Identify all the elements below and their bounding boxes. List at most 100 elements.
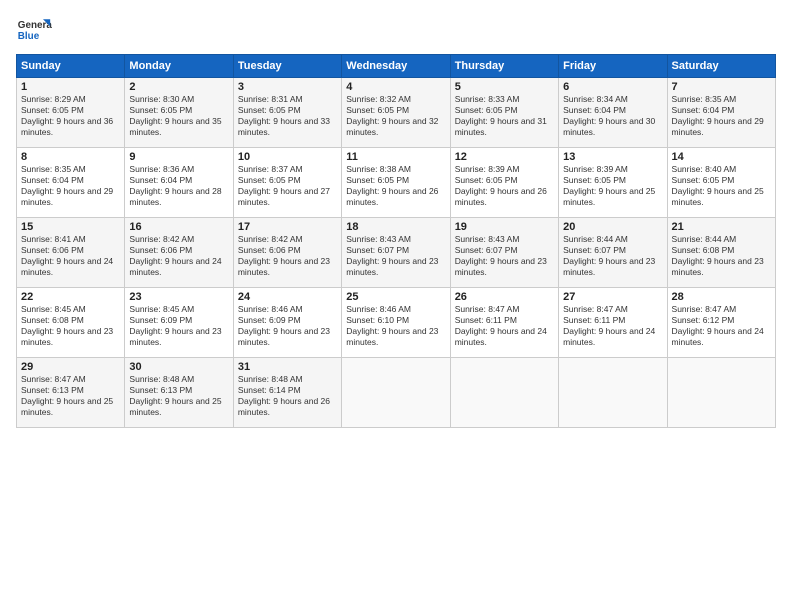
header-saturday: Saturday [667, 55, 775, 78]
day-info: Sunrise: 8:33 AM Sunset: 6:05 PM Dayligh… [455, 94, 554, 138]
header-wednesday: Wednesday [342, 55, 450, 78]
day-info: Sunrise: 8:46 AM Sunset: 6:09 PM Dayligh… [238, 304, 337, 348]
week-row-3: 22 Sunrise: 8:45 AM Sunset: 6:08 PM Dayl… [17, 288, 776, 358]
svg-text:Blue: Blue [18, 31, 40, 42]
header: General Blue [16, 12, 776, 48]
day-cell: 6 Sunrise: 8:34 AM Sunset: 6:04 PM Dayli… [559, 78, 667, 148]
day-cell: 28 Sunrise: 8:47 AM Sunset: 6:12 PM Dayl… [667, 288, 775, 358]
header-monday: Monday [125, 55, 233, 78]
day-cell [342, 358, 450, 428]
day-info: Sunrise: 8:36 AM Sunset: 6:04 PM Dayligh… [129, 164, 228, 208]
day-number: 15 [21, 221, 120, 233]
day-info: Sunrise: 8:45 AM Sunset: 6:09 PM Dayligh… [129, 304, 228, 348]
day-cell: 17 Sunrise: 8:42 AM Sunset: 6:06 PM Dayl… [233, 218, 341, 288]
day-info: Sunrise: 8:40 AM Sunset: 6:05 PM Dayligh… [672, 164, 771, 208]
day-number: 19 [455, 221, 554, 233]
day-cell: 29 Sunrise: 8:47 AM Sunset: 6:13 PM Dayl… [17, 358, 125, 428]
day-number: 26 [455, 291, 554, 303]
day-number: 24 [238, 291, 337, 303]
day-info: Sunrise: 8:43 AM Sunset: 6:07 PM Dayligh… [346, 234, 445, 278]
logo: General Blue [16, 12, 52, 48]
day-info: Sunrise: 8:41 AM Sunset: 6:06 PM Dayligh… [21, 234, 120, 278]
day-info: Sunrise: 8:30 AM Sunset: 6:05 PM Dayligh… [129, 94, 228, 138]
day-info: Sunrise: 8:48 AM Sunset: 6:14 PM Dayligh… [238, 374, 337, 418]
day-number: 13 [563, 151, 662, 163]
day-number: 5 [455, 81, 554, 93]
day-number: 28 [672, 291, 771, 303]
header-thursday: Thursday [450, 55, 558, 78]
day-number: 17 [238, 221, 337, 233]
day-number: 16 [129, 221, 228, 233]
day-info: Sunrise: 8:44 AM Sunset: 6:08 PM Dayligh… [672, 234, 771, 278]
day-number: 6 [563, 81, 662, 93]
day-cell: 25 Sunrise: 8:46 AM Sunset: 6:10 PM Dayl… [342, 288, 450, 358]
day-info: Sunrise: 8:31 AM Sunset: 6:05 PM Dayligh… [238, 94, 337, 138]
day-info: Sunrise: 8:42 AM Sunset: 6:06 PM Dayligh… [238, 234, 337, 278]
day-cell: 19 Sunrise: 8:43 AM Sunset: 6:07 PM Dayl… [450, 218, 558, 288]
day-number: 14 [672, 151, 771, 163]
day-cell: 2 Sunrise: 8:30 AM Sunset: 6:05 PM Dayli… [125, 78, 233, 148]
day-number: 3 [238, 81, 337, 93]
day-number: 11 [346, 151, 445, 163]
page: General Blue SundayMondayTuesdayWednesda… [0, 0, 792, 612]
week-row-0: 1 Sunrise: 8:29 AM Sunset: 6:05 PM Dayli… [17, 78, 776, 148]
day-info: Sunrise: 8:43 AM Sunset: 6:07 PM Dayligh… [455, 234, 554, 278]
day-number: 27 [563, 291, 662, 303]
day-cell: 5 Sunrise: 8:33 AM Sunset: 6:05 PM Dayli… [450, 78, 558, 148]
day-number: 22 [21, 291, 120, 303]
day-cell: 26 Sunrise: 8:47 AM Sunset: 6:11 PM Dayl… [450, 288, 558, 358]
day-info: Sunrise: 8:47 AM Sunset: 6:11 PM Dayligh… [455, 304, 554, 348]
day-info: Sunrise: 8:37 AM Sunset: 6:05 PM Dayligh… [238, 164, 337, 208]
day-cell: 31 Sunrise: 8:48 AM Sunset: 6:14 PM Dayl… [233, 358, 341, 428]
day-number: 10 [238, 151, 337, 163]
day-info: Sunrise: 8:34 AM Sunset: 6:04 PM Dayligh… [563, 94, 662, 138]
day-cell: 10 Sunrise: 8:37 AM Sunset: 6:05 PM Dayl… [233, 148, 341, 218]
day-cell: 21 Sunrise: 8:44 AM Sunset: 6:08 PM Dayl… [667, 218, 775, 288]
day-number: 18 [346, 221, 445, 233]
day-cell: 20 Sunrise: 8:44 AM Sunset: 6:07 PM Dayl… [559, 218, 667, 288]
day-cell: 15 Sunrise: 8:41 AM Sunset: 6:06 PM Dayl… [17, 218, 125, 288]
day-number: 21 [672, 221, 771, 233]
day-info: Sunrise: 8:46 AM Sunset: 6:10 PM Dayligh… [346, 304, 445, 348]
day-number: 31 [238, 361, 337, 373]
day-info: Sunrise: 8:47 AM Sunset: 6:12 PM Dayligh… [672, 304, 771, 348]
day-number: 2 [129, 81, 228, 93]
day-cell: 8 Sunrise: 8:35 AM Sunset: 6:04 PM Dayli… [17, 148, 125, 218]
day-cell [450, 358, 558, 428]
day-number: 8 [21, 151, 120, 163]
day-number: 20 [563, 221, 662, 233]
day-cell: 30 Sunrise: 8:48 AM Sunset: 6:13 PM Dayl… [125, 358, 233, 428]
day-info: Sunrise: 8:47 AM Sunset: 6:11 PM Dayligh… [563, 304, 662, 348]
day-info: Sunrise: 8:44 AM Sunset: 6:07 PM Dayligh… [563, 234, 662, 278]
header-row: SundayMondayTuesdayWednesdayThursdayFrid… [17, 55, 776, 78]
day-cell: 7 Sunrise: 8:35 AM Sunset: 6:04 PM Dayli… [667, 78, 775, 148]
logo-icon: General Blue [16, 12, 52, 48]
header-friday: Friday [559, 55, 667, 78]
day-number: 29 [21, 361, 120, 373]
week-row-2: 15 Sunrise: 8:41 AM Sunset: 6:06 PM Dayl… [17, 218, 776, 288]
week-row-4: 29 Sunrise: 8:47 AM Sunset: 6:13 PM Dayl… [17, 358, 776, 428]
day-number: 23 [129, 291, 228, 303]
day-cell: 4 Sunrise: 8:32 AM Sunset: 6:05 PM Dayli… [342, 78, 450, 148]
day-number: 12 [455, 151, 554, 163]
day-cell: 27 Sunrise: 8:47 AM Sunset: 6:11 PM Dayl… [559, 288, 667, 358]
header-tuesday: Tuesday [233, 55, 341, 78]
day-cell: 3 Sunrise: 8:31 AM Sunset: 6:05 PM Dayli… [233, 78, 341, 148]
week-row-1: 8 Sunrise: 8:35 AM Sunset: 6:04 PM Dayli… [17, 148, 776, 218]
day-cell: 24 Sunrise: 8:46 AM Sunset: 6:09 PM Dayl… [233, 288, 341, 358]
day-info: Sunrise: 8:32 AM Sunset: 6:05 PM Dayligh… [346, 94, 445, 138]
day-number: 30 [129, 361, 228, 373]
header-sunday: Sunday [17, 55, 125, 78]
day-info: Sunrise: 8:39 AM Sunset: 6:05 PM Dayligh… [455, 164, 554, 208]
day-info: Sunrise: 8:45 AM Sunset: 6:08 PM Dayligh… [21, 304, 120, 348]
day-info: Sunrise: 8:35 AM Sunset: 6:04 PM Dayligh… [21, 164, 120, 208]
day-cell: 9 Sunrise: 8:36 AM Sunset: 6:04 PM Dayli… [125, 148, 233, 218]
day-info: Sunrise: 8:29 AM Sunset: 6:05 PM Dayligh… [21, 94, 120, 138]
day-cell: 18 Sunrise: 8:43 AM Sunset: 6:07 PM Dayl… [342, 218, 450, 288]
day-info: Sunrise: 8:42 AM Sunset: 6:06 PM Dayligh… [129, 234, 228, 278]
day-cell: 1 Sunrise: 8:29 AM Sunset: 6:05 PM Dayli… [17, 78, 125, 148]
day-number: 4 [346, 81, 445, 93]
day-cell: 12 Sunrise: 8:39 AM Sunset: 6:05 PM Dayl… [450, 148, 558, 218]
day-number: 7 [672, 81, 771, 93]
day-cell: 11 Sunrise: 8:38 AM Sunset: 6:05 PM Dayl… [342, 148, 450, 218]
